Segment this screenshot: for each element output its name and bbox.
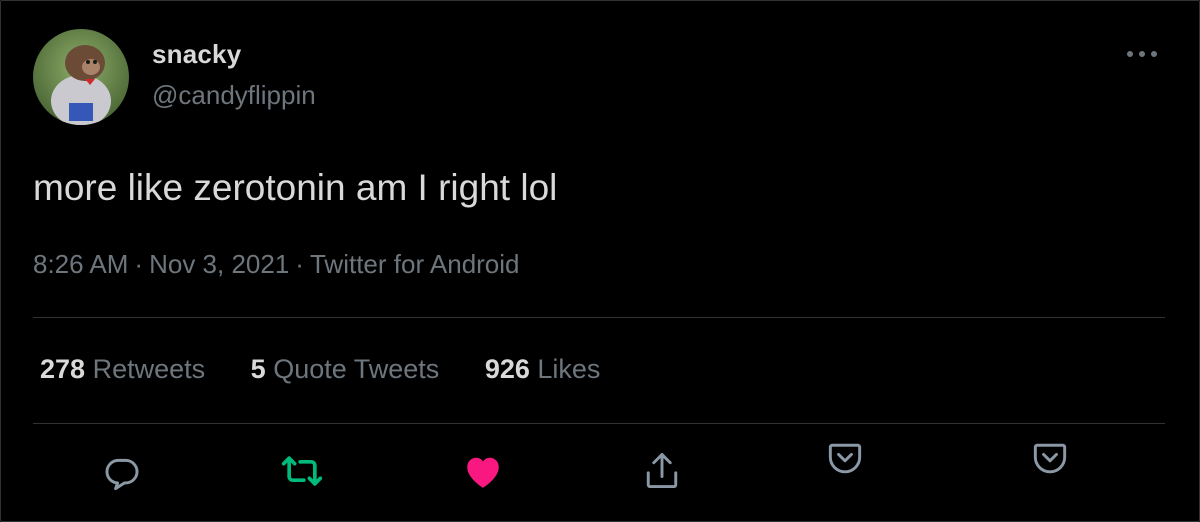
quote-tweets-stat[interactable]: 5 Quote Tweets [251, 354, 440, 384]
retweets-stat[interactable]: 278 Retweets [40, 354, 205, 384]
retweet-icon[interactable] [280, 449, 324, 493]
meta-separator: · [134, 249, 144, 279]
like-icon[interactable] [461, 449, 505, 493]
save-icon[interactable] [1028, 437, 1072, 481]
divider [33, 317, 1165, 318]
tweet-date[interactable]: Nov 3, 2021 [149, 249, 289, 279]
tweet-text: more like zerotonin am I right lol [33, 167, 558, 208]
more-options-icon[interactable] [1117, 39, 1167, 69]
avatar[interactable] [33, 29, 129, 125]
reply-icon[interactable] [100, 449, 144, 493]
retweets-count: 278 [40, 354, 86, 384]
save-icon[interactable] [823, 437, 867, 481]
tweet-time[interactable]: 8:26 AM [33, 249, 128, 279]
likes-label: Likes [537, 354, 601, 384]
likes-stat[interactable]: 926 Likes [485, 354, 601, 384]
tweet-source[interactable]: Twitter for Android [310, 249, 520, 279]
tweet-card: snacky @candyflippin more like zerotonin… [0, 0, 1200, 522]
retweets-label: Retweets [92, 354, 206, 384]
divider [33, 423, 1165, 424]
author-handle[interactable]: @candyflippin [152, 80, 316, 111]
quote-tweets-label: Quote Tweets [273, 354, 440, 384]
likes-count: 926 [484, 354, 530, 384]
quote-tweets-count: 5 [250, 354, 266, 384]
avatar-image [33, 29, 129, 125]
author-display-name[interactable]: snacky [152, 39, 241, 70]
tweet-metadata: 8:26 AM · Nov 3, 2021 · Twitter for Android [33, 249, 520, 280]
tweet-stats: 278 Retweets 5 Quote Tweets 926 Likes [40, 354, 638, 385]
share-icon[interactable] [640, 449, 684, 493]
meta-separator: · [295, 249, 304, 279]
